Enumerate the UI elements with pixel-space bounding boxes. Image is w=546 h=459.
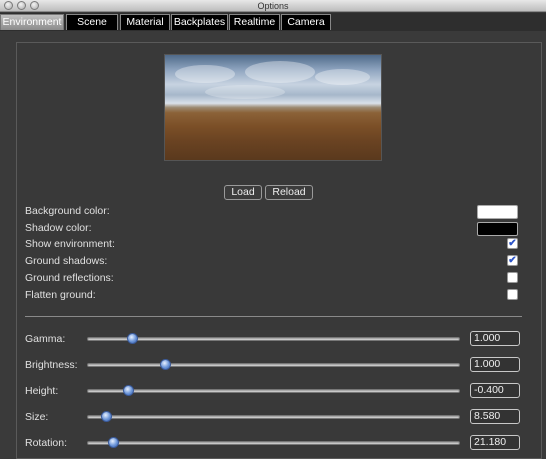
ground-reflections-checkbox[interactable] [507,272,518,283]
flatten-ground-label: Flatten ground: [25,289,96,301]
tab-camera[interactable]: Camera [281,14,331,30]
gamma-label: Gamma: [25,333,66,345]
rotation-slider-thumb[interactable] [107,437,119,448]
ground-reflections-label: Ground reflections: [25,272,114,284]
ground-shadows-checkbox[interactable]: ✔ [507,255,518,266]
shadow-color-label: Shadow color: [25,222,92,234]
tab-material[interactable]: Material [120,14,170,30]
tab-realtime[interactable]: Realtime [229,14,280,30]
shadow-color-swatch[interactable] [477,222,518,236]
tab-backplates[interactable]: Backplates [171,14,228,30]
load-button[interactable]: Load [224,185,262,200]
show-environment-label: Show environment: [25,238,115,250]
rotation-value-field[interactable]: 21.180 [470,435,520,450]
brightness-label: Brightness: [25,359,78,371]
tab-environment[interactable]: Environment [0,14,64,30]
height-label: Height: [25,385,59,397]
size-slider-thumb[interactable] [100,411,112,422]
height-slider-thumb[interactable] [122,385,134,396]
background-color-swatch[interactable] [477,205,518,219]
tab-scene[interactable]: Scene [66,14,118,30]
brightness-value-field[interactable]: 1.000 [470,357,520,372]
size-value-field[interactable]: 8.580 [470,409,520,424]
rotation-slider[interactable] [87,437,460,448]
ground-shadows-label: Ground shadows: [25,255,108,267]
gamma-slider[interactable] [87,333,460,344]
flatten-ground-checkbox[interactable] [507,289,518,300]
brightness-slider-thumb[interactable] [159,359,171,370]
size-label: Size: [25,411,49,423]
window-title: Options [257,1,289,11]
environment-preview-image [164,54,382,161]
rotation-label: Rotation: [25,437,68,449]
gamma-slider-thumb[interactable] [126,333,138,344]
height-slider[interactable] [87,385,460,396]
height-value-field[interactable]: -0.400 [470,383,520,398]
section-divider [25,316,522,317]
background-color-label: Background color: [25,205,110,217]
gamma-value-field[interactable]: 1.000 [470,331,520,346]
size-slider[interactable] [87,411,460,422]
reload-button[interactable]: Reload [265,185,313,200]
show-environment-checkbox[interactable]: ✔ [507,238,518,249]
brightness-slider[interactable] [87,359,460,370]
title-bar: Options [0,0,546,12]
tab-bar: Environment Scene Material Backplates Re… [0,13,546,31]
